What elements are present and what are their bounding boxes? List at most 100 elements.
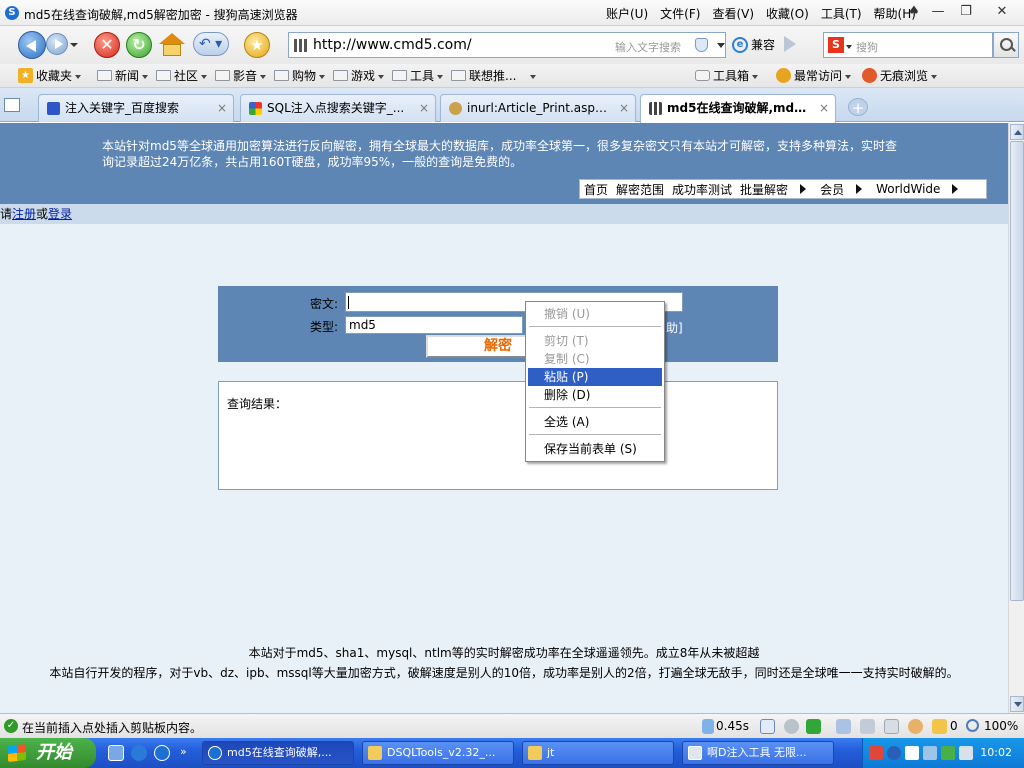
app-icon (688, 746, 702, 760)
home-button[interactable] (159, 33, 185, 57)
download-icon[interactable] (806, 719, 821, 734)
nav-success-test[interactable]: 成功率测试 (672, 181, 732, 198)
zoom-level[interactable]: 100% (984, 719, 1018, 733)
menu-item-cut[interactable]: 剪切 (T) (528, 332, 662, 350)
tray-back-icon[interactable] (887, 746, 901, 760)
stop-button[interactable]: ✕ (94, 32, 120, 58)
menu-view[interactable]: 查看(V) (712, 5, 754, 22)
window-icon[interactable] (884, 719, 899, 734)
bookmark-folder-news[interactable]: 新闻 (97, 68, 149, 84)
ime-icon[interactable] (869, 746, 883, 760)
favorites-menu[interactable]: ★ 收藏夹 (18, 68, 82, 84)
tab-sql-search[interactable]: SQL注入点搜索关键字_... × (240, 94, 436, 122)
scroll-up-button[interactable] (1010, 124, 1024, 140)
most-visited-menu[interactable]: 最常访问 (776, 68, 852, 84)
search-engine-dropdown-icon[interactable] (846, 45, 852, 49)
volume-icon[interactable] (959, 746, 973, 760)
edit-icon[interactable] (760, 719, 775, 734)
login-link[interactable]: 登录 (48, 207, 72, 221)
refresh-button[interactable]: ↻ (126, 32, 152, 58)
menu-favorites[interactable]: 收藏(O) (766, 5, 809, 22)
nav-decrypt-range[interactable]: 解密范围 (616, 181, 664, 198)
sogou-search-icon[interactable]: S (828, 37, 844, 53)
bookmarks-more-button[interactable] (527, 68, 536, 84)
private-browsing-menu[interactable]: 无痕浏览 (862, 68, 938, 84)
plugin-icon[interactable] (784, 719, 799, 734)
menu-item-undo[interactable]: 撤销 (U) (528, 305, 662, 323)
close-window-button[interactable]: ✕ (992, 3, 1012, 21)
nav-worldwide[interactable]: WorldWide (876, 182, 940, 196)
bookmark-folder-shopping[interactable]: 购物 (274, 68, 326, 84)
restore-button[interactable]: ❐ (956, 3, 976, 21)
screenshot-icon[interactable] (860, 719, 875, 734)
scroll-down-button[interactable] (1010, 696, 1024, 712)
sogou-quicklaunch-icon[interactable] (154, 745, 170, 761)
search-icon[interactable] (993, 32, 1019, 58)
hash-type-select[interactable]: md5 (345, 316, 523, 334)
vertical-scrollbar[interactable] (1008, 123, 1024, 713)
bookmark-folder-lenovo[interactable]: 联想推... (451, 68, 516, 84)
back-button[interactable] (18, 31, 46, 59)
tab-google[interactable]: inurl:Article_Print.asp?_谷... × (440, 94, 636, 122)
bookmark-folder-media[interactable]: 影音 (215, 68, 267, 84)
ie-quicklaunch-icon[interactable] (131, 745, 147, 761)
address-dropdown-icon[interactable] (717, 43, 725, 48)
forward-button[interactable] (46, 33, 68, 55)
tab-cmd5-active[interactable]: md5在线查询破解,md5... × (640, 94, 836, 123)
menu-tools[interactable]: 工具(T) (821, 5, 862, 22)
search-box[interactable]: S 搜狗 (823, 32, 993, 58)
nav-batch-decrypt[interactable]: 批量解密 (740, 181, 788, 198)
menu-arrow-icon[interactable] (856, 184, 863, 194)
show-desktop-icon[interactable] (108, 745, 124, 761)
bookmark-folder-games[interactable]: 游戏 (333, 68, 385, 84)
tab-close-icon[interactable]: × (619, 95, 629, 121)
tray-keyboard-icon[interactable] (905, 746, 919, 760)
menu-arrow-icon[interactable] (800, 184, 807, 194)
menu-item-delete[interactable]: 删除 (D) (528, 386, 662, 404)
nav-member[interactable]: 会员 (820, 181, 844, 198)
quicklaunch-expand-icon[interactable]: » (180, 745, 190, 761)
go-arrow-icon[interactable] (784, 36, 796, 52)
tab-close-icon[interactable]: × (419, 95, 429, 121)
zoom-icon[interactable] (966, 719, 979, 732)
toolbox-menu[interactable]: 工具箱 (695, 68, 759, 84)
minimize-button[interactable]: — (928, 3, 948, 21)
start-button[interactable]: 开始 (0, 738, 96, 768)
bookmark-folder-tools[interactable]: 工具 (392, 68, 444, 84)
taskbar-item-dsqltools[interactable]: DSQLTools_v2.32_... (362, 741, 514, 765)
skin-icon[interactable]: ♠ (904, 3, 924, 21)
favorite-star-button[interactable]: ★ (244, 32, 270, 58)
security-shield-icon[interactable] (695, 38, 708, 52)
sound-icon[interactable] (836, 719, 851, 734)
menu-arrow-icon[interactable] (952, 184, 959, 194)
speed-icon[interactable] (702, 719, 714, 734)
undo-close-tab-button[interactable]: ↶ ▾ (193, 32, 229, 56)
menu-account[interactable]: 账户(U) (606, 5, 648, 22)
history-dropdown-icon[interactable] (70, 43, 78, 47)
eye-protect-icon[interactable] (908, 719, 923, 734)
new-tab-button[interactable]: + (848, 98, 868, 117)
register-link[interactable]: 注册 (12, 207, 36, 221)
nav-home[interactable]: 首页 (584, 181, 608, 198)
taskbar-item-jt[interactable]: jt (522, 741, 674, 765)
scroll-thumb[interactable] (1010, 141, 1024, 601)
bookmark-folder-community[interactable]: 社区 (156, 68, 208, 84)
tab-close-icon[interactable]: × (217, 95, 227, 121)
sidebar-toggle-icon[interactable] (4, 98, 20, 112)
tray-app-icon[interactable] (941, 746, 955, 760)
menu-file[interactable]: 文件(F) (660, 5, 700, 22)
address-bar[interactable]: http://www.cmd5.com/ 输入文字搜索 (288, 32, 726, 58)
taskbar-item-browser[interactable]: md5在线查询破解,... (202, 741, 354, 765)
help-link[interactable]: 助] (666, 319, 683, 336)
network-icon[interactable] (923, 746, 937, 760)
tab-baidu[interactable]: 注入关键字_百度搜索 × (38, 94, 234, 122)
menu-item-copy[interactable]: 复制 (C) (528, 350, 662, 368)
menu-item-paste[interactable]: 粘贴 (P) (528, 368, 662, 386)
menu-item-select-all[interactable]: 全选 (A) (528, 413, 662, 431)
shield-icon[interactable] (932, 719, 947, 734)
tab-close-icon[interactable]: × (819, 95, 829, 121)
taskbar-item-injection-tool[interactable]: 啊D注入工具 无限... (682, 741, 834, 765)
menu-item-save-form[interactable]: 保存当前表单 (S) (528, 440, 662, 458)
url-text[interactable]: http://www.cmd5.com/ (313, 37, 472, 53)
compat-mode-button[interactable]: e 兼容 (729, 34, 781, 56)
